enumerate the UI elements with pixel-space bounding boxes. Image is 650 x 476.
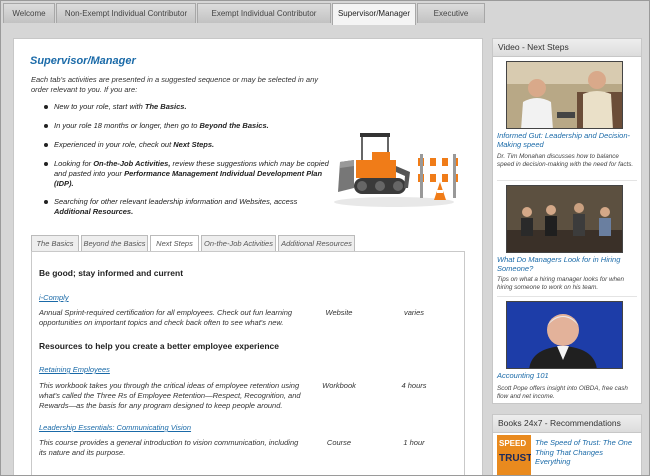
tab-welcome[interactable]: Welcome	[3, 3, 55, 23]
app-window: Welcome Non-Exempt Individual Contributo…	[0, 0, 650, 476]
construction-illustration	[334, 133, 458, 207]
resource-link-retaining-employees[interactable]: Retaining Employees	[39, 365, 110, 374]
guidance-item: Searching for other relevant leadership …	[44, 197, 334, 217]
video-section-heading: Video - Next Steps	[493, 39, 641, 57]
video-title-link[interactable]: What Do Managers Look for in Hiring Some…	[497, 255, 635, 273]
divider	[497, 296, 637, 297]
guidance-item: In your role 18 months or longer, then g…	[44, 121, 334, 131]
resource-description: This workbook takes you through the crit…	[39, 381, 301, 410]
tab-exempt-individual-contributor[interactable]: Exempt Individual Contributor	[197, 3, 331, 23]
video-title-link[interactable]: Informed Gut: Leadership and Decision-Ma…	[497, 131, 635, 149]
resource-description: Annual Sprint-required certification for…	[39, 308, 293, 327]
resource-link-i-comply[interactable]: i-Comply	[39, 293, 69, 302]
main-panel: Supervisor/Manager Each tab's activities…	[13, 38, 483, 475]
book-cover-text: SPEED	[499, 439, 527, 448]
books-section-heading: Books 24x7 - Recommendations	[493, 415, 641, 433]
book-cover-text: TRUST	[499, 453, 531, 464]
video-description: Dr. Tim Monahan discusses how to balance…	[497, 153, 634, 168]
video-still-two-men-talking	[507, 62, 622, 128]
activity-tab-bar: The Basics Beyond the Basics Next Steps …	[31, 235, 357, 253]
book-cover[interactable]: SPEED TRUST	[497, 435, 531, 475]
resource-type: Workbook	[322, 381, 356, 390]
tab-supervisor-manager[interactable]: Supervisor/Manager	[332, 3, 416, 25]
resource-duration: 4 hours	[401, 381, 427, 390]
video-thumbnail[interactable]	[506, 185, 623, 253]
page-title: Supervisor/Manager	[30, 55, 136, 67]
tab-on-the-job-activities[interactable]: On-the-Job Activities	[201, 235, 276, 252]
resource-link-communicating-vision[interactable]: Leadership Essentials: Communicating Vis…	[39, 423, 191, 432]
tab-executive[interactable]: Executive	[417, 3, 485, 23]
resource-description: This course provides a general introduct…	[39, 438, 299, 457]
video-sidebar: Video - Next Steps Informed Gut: Leaders…	[492, 38, 642, 404]
tab-beyond-the-basics[interactable]: Beyond the Basics	[81, 235, 148, 252]
resource-type: Course	[326, 438, 352, 447]
resource-duration: varies	[403, 308, 424, 317]
tab-additional-resources[interactable]: Additional Resources	[278, 235, 355, 252]
divider	[497, 180, 637, 181]
video-title-link[interactable]: Accounting 101	[497, 371, 635, 380]
guidance-item: New to your role, start with The Basics.	[44, 102, 334, 112]
guidance-item: Looking for On-the-Job Activities, revie…	[44, 159, 334, 189]
tab-non-exempt-individual-contributor[interactable]: Non-Exempt Individual Contributor	[56, 3, 196, 23]
intro-text: Each tab's activities are presented in a…	[31, 75, 319, 94]
resource-duration: 1 hour	[403, 438, 425, 447]
role-tab-bar: Welcome Non-Exempt Individual Contributo…	[3, 3, 486, 25]
video-description: Tips on what a hiring manager looks for …	[497, 276, 624, 291]
next-steps-panel: Be good; stay informed and current i-Com…	[31, 251, 465, 475]
section-heading: Be good; stay informed and current	[39, 268, 184, 278]
video-still-panel-discussion	[507, 186, 622, 252]
video-thumbnail[interactable]	[506, 61, 623, 129]
section-heading: Resources to help you create a better em…	[39, 341, 279, 351]
guidance-list: New to your role, start with The Basics.…	[44, 102, 334, 226]
resource-type: Website	[325, 308, 353, 317]
book-title-link[interactable]: The Speed of Trust: The One Thing That C…	[535, 438, 635, 467]
video-still-speaker	[507, 302, 622, 368]
tab-the-basics[interactable]: The Basics	[31, 235, 79, 252]
books-sidebar: Books 24x7 - Recommendations SPEED TRUST…	[492, 414, 642, 475]
guidance-item: Experienced in your role, check out Next…	[44, 140, 334, 150]
video-thumbnail[interactable]	[506, 301, 623, 369]
video-description: Scott Pope offers insight into OIBDA, fr…	[497, 385, 628, 400]
